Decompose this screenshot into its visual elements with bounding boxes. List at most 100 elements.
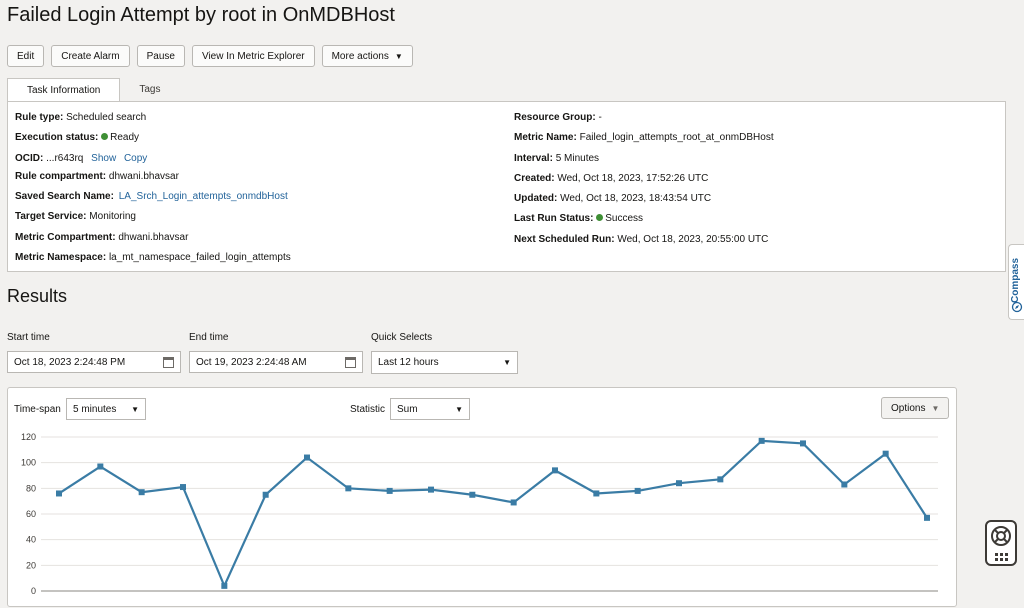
quick-selects-value: Last 12 hours [378, 357, 439, 368]
data-point[interactable] [138, 489, 145, 496]
rule-compartment-value: dhwani.bhavsar [108, 171, 179, 182]
data-point[interactable] [345, 485, 352, 492]
end-time-label: End time [189, 332, 229, 343]
data-point[interactable] [676, 480, 682, 487]
resource-group-row: Resource Group: - [514, 112, 602, 123]
data-point[interactable] [97, 463, 104, 470]
metric-name-value: Failed_login_attempts_root_at_onmDBHost [579, 132, 774, 143]
ocid-row: OCID: ...r643rq Show Copy [15, 153, 147, 164]
data-point[interactable] [758, 437, 765, 444]
edit-button[interactable]: Edit [7, 45, 45, 67]
data-point[interactable] [262, 491, 269, 498]
y-tick-label: 100 [21, 458, 36, 468]
data-point[interactable] [841, 481, 848, 488]
data-point[interactable] [593, 490, 600, 497]
data-point[interactable] [428, 486, 434, 493]
last-run-label: Last Run Status: [514, 213, 594, 224]
saved-search-link[interactable]: LA_Srch_Login_attempts_onmdbHost [119, 191, 288, 202]
data-point[interactable] [469, 491, 476, 498]
saved-search-label: Saved Search Name: [15, 191, 114, 202]
results-title: Results [7, 286, 68, 306]
end-time-value: Oct 19, 2023 2:24:48 AM [196, 356, 307, 368]
start-time-value: Oct 18, 2023 2:24:48 PM [14, 356, 126, 368]
caret-down-icon: ▼ [503, 358, 511, 367]
resource-group-label: Resource Group: [514, 112, 596, 123]
data-point[interactable] [386, 487, 393, 494]
interval-value: 5 Minutes [555, 153, 600, 164]
action-toolbar: Edit Create Alarm Pause View In Metric E… [7, 45, 420, 67]
created-label: Created: [514, 173, 555, 184]
data-point[interactable] [180, 484, 186, 491]
end-time-input[interactable]: Oct 19, 2023 2:24:48 AM [189, 351, 363, 373]
task-information-panel: Rule type: Scheduled search Execution st… [7, 101, 1006, 272]
target-service-row: Target Service: Monitoring [15, 211, 136, 222]
calendar-icon[interactable] [345, 356, 356, 368]
updated-row: Updated: Wed, Oct 18, 2023, 18:43:54 UTC [514, 193, 711, 204]
data-point[interactable] [634, 487, 641, 494]
page-title: Failed Login Attempt by root in OnMDBHos… [7, 4, 395, 26]
saved-search-row: Saved Search Name: LA_Srch_Login_attempt… [15, 191, 288, 202]
rule-compartment-label: Rule compartment: [15, 171, 107, 182]
next-run-label: Next Scheduled Run: [514, 234, 615, 245]
compass-icon [1011, 301, 1023, 313]
next-run-value: Wed, Oct 18, 2023, 20:55:00 UTC [617, 234, 769, 245]
status-success-icon [596, 214, 604, 221]
lifebuoy-icon [991, 526, 1011, 561]
y-tick-label: 60 [26, 509, 36, 519]
line-chart: 120 100 80 60 40 20 0 [21, 432, 938, 596]
metric-namespace-row: Metric Namespace: la_mt_namespace_failed… [15, 252, 291, 263]
data-point[interactable] [924, 514, 930, 521]
compass-label: Compass [1010, 257, 1021, 303]
target-service-label: Target Service: [15, 211, 87, 222]
resource-group-value: - [598, 112, 602, 123]
metric-name-row: Metric Name: Failed_login_attempts_root_… [514, 132, 774, 143]
y-tick-label: 80 [26, 483, 36, 493]
interval-row: Interval: 5 Minutes [514, 153, 599, 164]
data-point[interactable] [717, 476, 724, 483]
interval-label: Interval: [514, 153, 553, 164]
more-actions-button[interactable]: More actions ▼ [321, 45, 413, 67]
y-tick-label: 0 [31, 586, 36, 596]
metric-namespace-value: la_mt_namespace_failed_login_attempts [108, 252, 291, 263]
tab-bar: Task Information Tags [7, 78, 180, 102]
metric-compartment-row: Metric Compartment: dhwani.bhavsar [15, 232, 188, 243]
last-run-row: Last Run Status: Success [514, 213, 643, 224]
data-point[interactable] [510, 499, 517, 506]
execution-status-label: Execution status: [15, 132, 99, 143]
view-in-metric-explorer-button[interactable]: View In Metric Explorer [191, 45, 315, 67]
help-widget[interactable] [985, 520, 1017, 566]
tab-task-information[interactable]: Task Information [7, 78, 121, 102]
data-point[interactable] [304, 454, 310, 461]
y-tick-label: 40 [26, 535, 36, 545]
data-point[interactable] [552, 467, 558, 474]
created-row: Created: Wed, Oct 18, 2023, 17:52:26 UTC [514, 173, 708, 184]
ocid-value: ...r643rq [46, 153, 84, 164]
metric-name-label: Metric Name: [514, 132, 577, 143]
status-ready-icon [101, 133, 109, 140]
rule-type-label: Rule type: [15, 112, 64, 123]
data-point[interactable] [882, 450, 889, 457]
next-run-row: Next Scheduled Run: Wed, Oct 18, 2023, 2… [514, 234, 768, 245]
updated-value: Wed, Oct 18, 2023, 18:43:54 UTC [560, 193, 712, 204]
quick-selects-label: Quick Selects [371, 332, 433, 343]
data-point[interactable] [800, 440, 806, 447]
start-time-input[interactable]: Oct 18, 2023 2:24:48 PM [7, 351, 181, 373]
data-point[interactable] [221, 582, 228, 589]
metric-compartment-label: Metric Compartment: [15, 232, 116, 243]
pause-button[interactable]: Pause [136, 45, 185, 67]
execution-status-value: Ready [110, 132, 140, 143]
rule-type-row: Rule type: Scheduled search [15, 112, 146, 123]
compass-tab[interactable]: Compass [1008, 244, 1024, 320]
data-point[interactable] [56, 490, 62, 497]
ocid-label: OCID: [15, 153, 44, 164]
rule-type-value: Scheduled search [66, 112, 147, 123]
create-alarm-button[interactable]: Create Alarm [51, 45, 130, 67]
metric-compartment-value: dhwani.bhavsar [118, 232, 189, 243]
quick-selects-dropdown[interactable]: Last 12 hours ▼ [371, 351, 518, 374]
calendar-icon[interactable] [163, 356, 174, 368]
start-time-label: Start time [7, 332, 50, 343]
tab-tags[interactable]: Tags [120, 78, 179, 102]
ocid-copy-link[interactable]: Copy [124, 153, 147, 164]
ocid-show-link[interactable]: Show [91, 153, 116, 164]
more-actions-label: More actions [331, 50, 389, 62]
